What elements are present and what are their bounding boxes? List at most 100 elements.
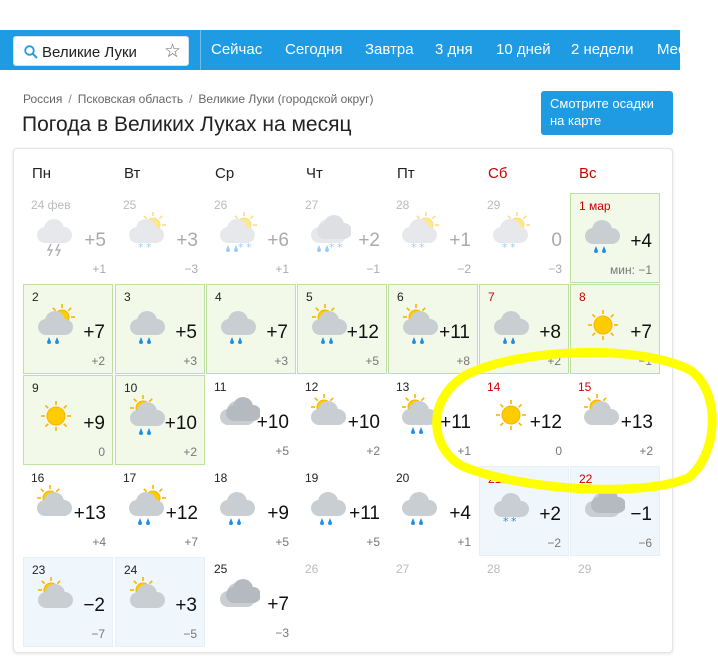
cloudy-sun-rain-icon — [125, 484, 169, 530]
day-cell[interactable]: 8 +7 −1 — [570, 284, 660, 374]
day-min-temp: +1 — [457, 535, 471, 549]
cloudy-rain-icon — [307, 484, 351, 530]
weekday-header-1: Вт — [124, 165, 141, 182]
day-cell[interactable]: 10 +10 +2 — [115, 375, 205, 465]
precipitation-map-button[interactable]: Смотрите осадки на карте — [541, 91, 673, 135]
nav-divider — [200, 30, 201, 70]
day-min-temp: −6 — [638, 536, 652, 550]
day-max-temp: +7 — [83, 322, 105, 343]
day-min-temp: −1 — [638, 354, 652, 368]
svg-text:*: * — [511, 515, 517, 528]
day-cell: 27 — [388, 557, 478, 647]
day-cell[interactable]: 18 +9 +5 — [206, 466, 296, 556]
day-cell[interactable]: 19 +11 +5 — [297, 466, 387, 556]
weekday-header-6: Вс — [579, 165, 597, 182]
day-min-temp: +2 — [639, 444, 653, 458]
day-max-temp: +2 — [358, 230, 380, 251]
day-cell[interactable]: 4 +7 +3 — [206, 284, 296, 374]
day-cell[interactable]: 25 +7 −3 — [206, 557, 296, 647]
day-cell[interactable]: 3 +5 +3 — [115, 284, 205, 374]
day-max-temp: +8 — [539, 322, 561, 343]
day-cell[interactable]: 21 * * +2 −2 — [479, 466, 569, 556]
day-cell[interactable]: 24 +3 −5 — [115, 557, 205, 647]
day-max-temp: +4 — [630, 231, 652, 252]
day-cell[interactable]: 11 +10 +5 — [206, 375, 296, 465]
day-cell[interactable]: 15 +13 +2 — [570, 375, 660, 465]
cloudy-sun-sleet-icon: * * — [216, 211, 260, 257]
day-min-temp: +8 — [456, 354, 470, 368]
page-title: Погода в Великих Луках на месяц — [22, 113, 352, 136]
nav-link-2-weeks[interactable]: 2 недели — [571, 41, 634, 58]
day-cell[interactable]: 7 +8 +2 — [479, 284, 569, 374]
breadcrumb-pskov-region[interactable]: Псковская область — [78, 92, 183, 106]
day-cell[interactable]: 13 +11 +1 — [388, 375, 478, 465]
day-min-temp: +1 — [275, 262, 289, 276]
overcast-icon — [216, 575, 261, 621]
sun-cloud-rain-icon — [126, 394, 170, 440]
day-date: 24 — [124, 563, 138, 577]
day-cell[interactable]: 17 +12 +7 — [115, 466, 205, 556]
day-cell[interactable]: 12 +10 +2 — [297, 375, 387, 465]
svg-text:*: * — [503, 515, 509, 528]
day-cell[interactable]: 29 * * 0 −3 — [479, 193, 569, 283]
day-date: 8 — [579, 290, 586, 304]
day-cell[interactable]: 14 +12 0 — [479, 375, 569, 465]
top-navigation-bar: ☆ Сейчас Сегодня Завтра 3 дня 10 дней 2 … — [0, 30, 680, 70]
day-cell[interactable]: 28 * * +1 −2 — [388, 193, 478, 283]
favorite-star-icon[interactable]: ☆ — [164, 40, 181, 63]
day-min-temp: +2 — [366, 444, 380, 458]
nav-link-today[interactable]: Сегодня — [285, 41, 343, 58]
nav-link-10-days[interactable]: 10 дней — [496, 41, 551, 58]
day-cell[interactable]: 24 фев +5 +1 — [23, 193, 113, 283]
svg-text:*: * — [329, 241, 335, 254]
day-cell[interactable]: 9 +9 0 — [23, 375, 113, 465]
day-min-temp: −2 — [547, 536, 561, 550]
city-search-input[interactable] — [42, 42, 157, 62]
day-cell[interactable]: 23 −2 −7 — [23, 557, 113, 647]
day-cell[interactable]: 25 * * +3 −3 — [115, 193, 205, 283]
day-max-temp: +7 — [266, 322, 288, 343]
day-cell[interactable]: 6 +11 +8 — [388, 284, 478, 374]
nav-link-now[interactable]: Сейчас — [211, 41, 262, 58]
day-cell[interactable]: 20 +4 +1 — [388, 466, 478, 556]
sun-icon — [34, 394, 78, 440]
day-date: 25 — [123, 198, 137, 212]
day-date: 10 — [124, 381, 138, 395]
day-max-temp: +10 — [164, 413, 197, 434]
cloudy-sun-snow-icon: * * — [125, 211, 169, 257]
nav-link-month[interactable]: Мес — [657, 41, 680, 58]
day-cell: 29 — [570, 557, 660, 647]
nav-link-tomorrow[interactable]: Завтра — [365, 41, 414, 58]
sun-icon — [489, 393, 533, 439]
sun-cloud-rain-icon — [398, 393, 442, 439]
day-min-temp: −7 — [91, 627, 105, 641]
day-cell[interactable]: 27 * * +2 −1 — [297, 193, 387, 283]
day-cell[interactable]: 26 * * +6 +1 — [206, 193, 296, 283]
day-date: 17 — [123, 471, 137, 485]
city-search-box[interactable]: ☆ — [13, 36, 189, 66]
day-min-temp: +3 — [274, 354, 288, 368]
day-date: 3 — [124, 290, 131, 304]
svg-text:*: * — [510, 241, 516, 254]
day-min-temp: +5 — [275, 444, 289, 458]
day-date: 7 — [488, 290, 495, 304]
sun-cloud-rain-icon — [308, 303, 352, 349]
day-cell[interactable]: 1 мар +4 мин: −1 — [570, 193, 660, 283]
day-cell[interactable]: 22 −1 −6 — [570, 466, 660, 556]
day-max-temp: +10 — [347, 412, 380, 433]
nav-link-3-days[interactable]: 3 дня — [435, 41, 473, 58]
day-cell[interactable]: 16 +13 +4 — [23, 466, 113, 556]
day-date: 13 — [396, 380, 410, 394]
day-min-temp: +1 — [92, 262, 106, 276]
day-min-temp: +4 — [92, 535, 106, 549]
cloudy-rain-icon — [398, 484, 442, 530]
cloudy-rain-icon — [490, 303, 534, 349]
day-max-temp: +5 — [175, 322, 197, 343]
day-cell[interactable]: 2 +7 +2 — [23, 284, 113, 374]
cloudy-snow-icon: * * — [490, 485, 534, 531]
day-min-temp: −1 — [366, 262, 380, 276]
day-cell[interactable]: 5 +12 +5 — [297, 284, 387, 374]
breadcrumb-russia[interactable]: Россия — [23, 92, 62, 106]
breadcrumb-velikie-luki[interactable]: Великие Луки (городской округ) — [198, 92, 373, 106]
day-date: 26 — [305, 562, 319, 576]
